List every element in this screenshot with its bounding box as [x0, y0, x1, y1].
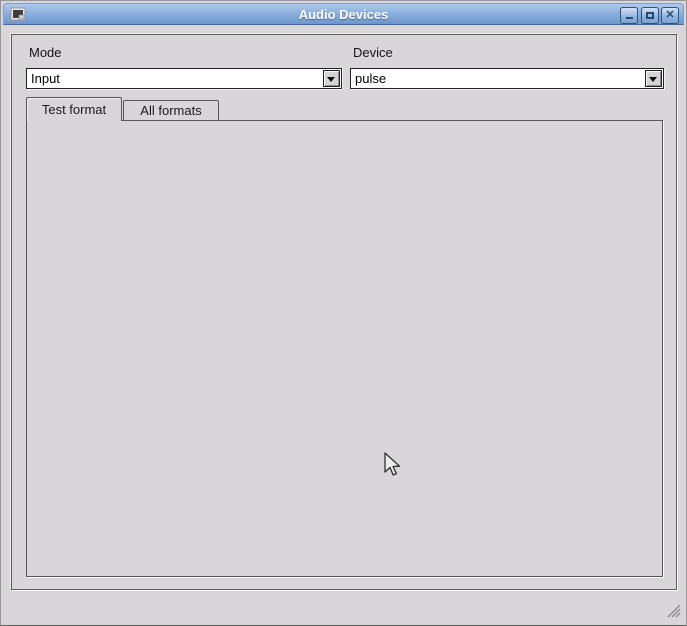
maximize-button[interactable] [641, 7, 659, 24]
dropdown-arrow-button[interactable] [323, 70, 340, 87]
test-format-panel [26, 120, 663, 577]
resize-grip-icon [667, 604, 681, 618]
device-value: pulse [355, 71, 386, 86]
tab-test-format[interactable]: Test format [26, 97, 122, 121]
minimize-button[interactable] [620, 7, 638, 24]
device-combobox[interactable]: pulse [350, 68, 664, 89]
dropdown-arrow-button[interactable] [645, 70, 662, 87]
tab-all-formats[interactable]: All formats [123, 100, 219, 120]
titlebar[interactable]: Audio Devices ✕ [3, 3, 684, 25]
maximize-icon [646, 12, 654, 19]
audio-devices-window: Audio Devices ✕ Mode Input Device pulse … [0, 0, 687, 626]
mode-combobox[interactable]: Input [26, 68, 342, 89]
mode-label: Mode [29, 45, 62, 60]
close-button[interactable]: ✕ [661, 7, 679, 24]
device-label: Device [353, 45, 393, 60]
window-title: Audio Devices [4, 4, 683, 26]
mode-value: Input [31, 71, 60, 86]
close-icon: ✕ [662, 8, 678, 23]
minimize-icon [626, 17, 633, 19]
resize-grip[interactable] [667, 604, 681, 618]
